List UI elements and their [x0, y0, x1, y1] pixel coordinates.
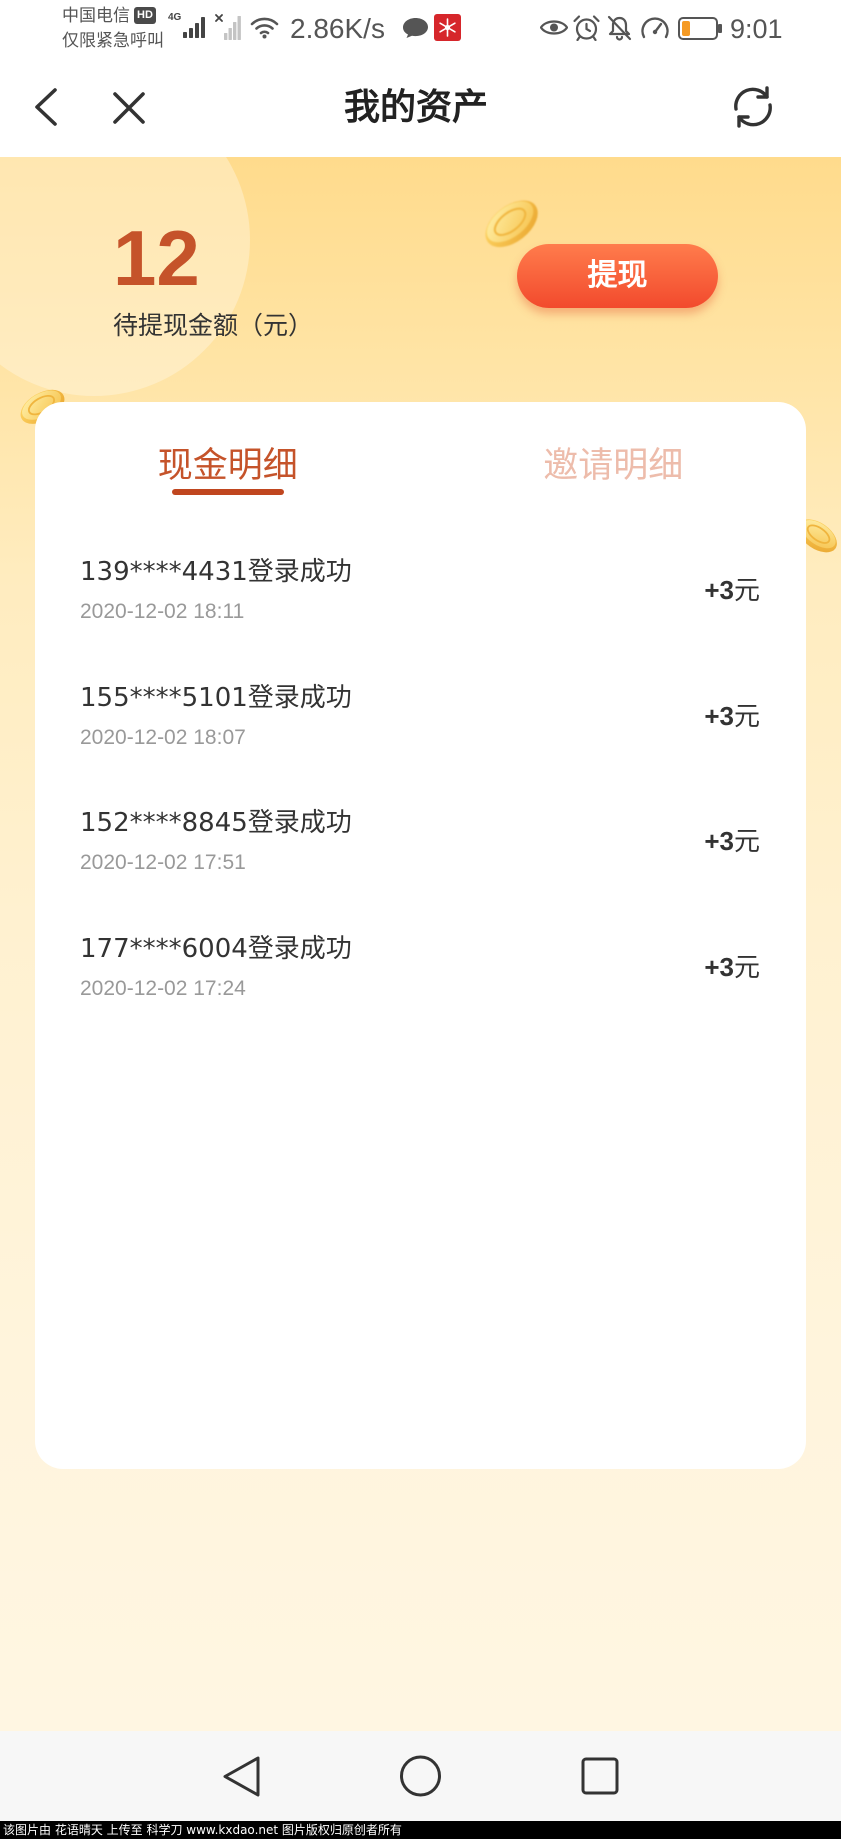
record-info: 155****5101登录成功 2020-12-02 18:07	[80, 680, 352, 753]
refresh-icon	[734, 86, 772, 128]
gauge-icon	[641, 17, 669, 39]
network-type-label: 4G	[168, 12, 182, 23]
record-amount-unit: 元	[733, 827, 760, 858]
record-amount-value: +3	[704, 951, 734, 982]
record-amount-unit: 元	[733, 952, 760, 983]
refresh-button[interactable]	[725, 80, 781, 136]
status-time: 9:01	[730, 14, 783, 44]
back-triangle-icon	[223, 1756, 260, 1797]
record-amount: +3元	[704, 949, 760, 986]
bell-off-icon	[607, 15, 632, 41]
nav-recents-button[interactable]	[574, 1750, 626, 1802]
record-amount-unit: 元	[733, 701, 760, 732]
record-title: 139****4431登录成功	[80, 557, 352, 588]
withdrawable-amount-label: 待提现金额（元）	[113, 311, 314, 340]
page-title: 我的资产	[343, 87, 488, 128]
emergency-call-label: 仅限紧急呼叫	[62, 31, 164, 51]
hd-badge: HD	[134, 7, 156, 24]
record-row: 177****6004登录成功 2020-12-02 17:24 +3元	[80, 905, 760, 1031]
record-amount-value: +3	[704, 575, 734, 606]
battery-icon	[678, 17, 722, 40]
record-info: 177****6004登录成功 2020-12-02 17:24	[80, 931, 352, 1004]
record-amount: +3元	[704, 572, 760, 609]
record-time: 2020-12-02 18:07	[80, 725, 246, 749]
nav-home-button[interactable]	[393, 1749, 448, 1804]
status-bar: 中国电信 HD 仅限紧急呼叫 4G 2.86K/s 9:01	[0, 0, 841, 58]
tab-label: 邀请明细	[543, 446, 684, 486]
record-amount: +3元	[704, 823, 760, 860]
record-row: 155****5101登录成功 2020-12-02 18:07 +3元	[80, 654, 760, 780]
record-list: 139****4431登录成功 2020-12-02 18:11 +3元 155…	[80, 528, 760, 1030]
record-time: 2020-12-02 17:51	[80, 851, 246, 875]
no-sim-signal-icon	[215, 14, 241, 40]
record-amount-value: +3	[704, 826, 734, 857]
record-amount-unit: 元	[733, 576, 760, 607]
eye-icon	[540, 20, 568, 35]
record-time: 2020-12-02 18:11	[80, 600, 245, 624]
withdraw-button[interactable]: 提现	[517, 244, 718, 308]
alarm-icon	[573, 15, 600, 41]
tab-bar: 现金明细 邀请明细	[35, 402, 806, 512]
record-title: 177****6004登录成功	[80, 933, 352, 964]
image-watermark: 该图片由 花语晴天 上传至 科学刀 www.kxdao.net 图片版权归原创者…	[0, 1821, 841, 1839]
nav-back-button[interactable]	[215, 1749, 267, 1803]
network-speed: 2.86K/s	[290, 13, 385, 44]
details-card: 现金明细 邀请明细 139****4431登录成功 2020-12-02 18:…	[35, 402, 806, 1469]
record-info: 139****4431登录成功 2020-12-02 18:11	[80, 554, 352, 627]
battery-level-fill	[682, 21, 690, 36]
withdrawable-amount: 12	[113, 214, 200, 302]
tab-active-indicator	[171, 489, 284, 495]
record-row: 152****8845登录成功 2020-12-02 17:51 +3元	[80, 779, 760, 905]
header: 我的资产	[0, 58, 841, 157]
app-notification-icon	[434, 14, 461, 41]
record-row: 139****4431登录成功 2020-12-02 18:11 +3元	[80, 528, 760, 654]
signal-icon	[183, 17, 205, 38]
carrier-name: 中国电信	[62, 6, 130, 26]
system-nav-bar	[0, 1731, 841, 1821]
gold-coin-icon	[485, 200, 538, 248]
record-title: 152****8845登录成功	[80, 808, 352, 839]
message-icon	[403, 18, 428, 38]
record-amount-value: +3	[704, 700, 734, 731]
record-title: 155****5101登录成功	[80, 682, 352, 713]
tab-cash-details[interactable]: 现金明细	[35, 402, 421, 512]
record-time: 2020-12-02 17:24	[80, 976, 246, 1000]
recents-square-icon	[581, 1757, 619, 1795]
wifi-icon	[250, 17, 279, 39]
record-info: 152****8845登录成功 2020-12-02 17:51	[80, 805, 352, 878]
home-circle-icon	[400, 1755, 441, 1797]
tab-invite-details[interactable]: 邀请明细	[421, 402, 807, 512]
record-amount: +3元	[704, 698, 760, 735]
tab-label: 现金明细	[157, 446, 298, 486]
